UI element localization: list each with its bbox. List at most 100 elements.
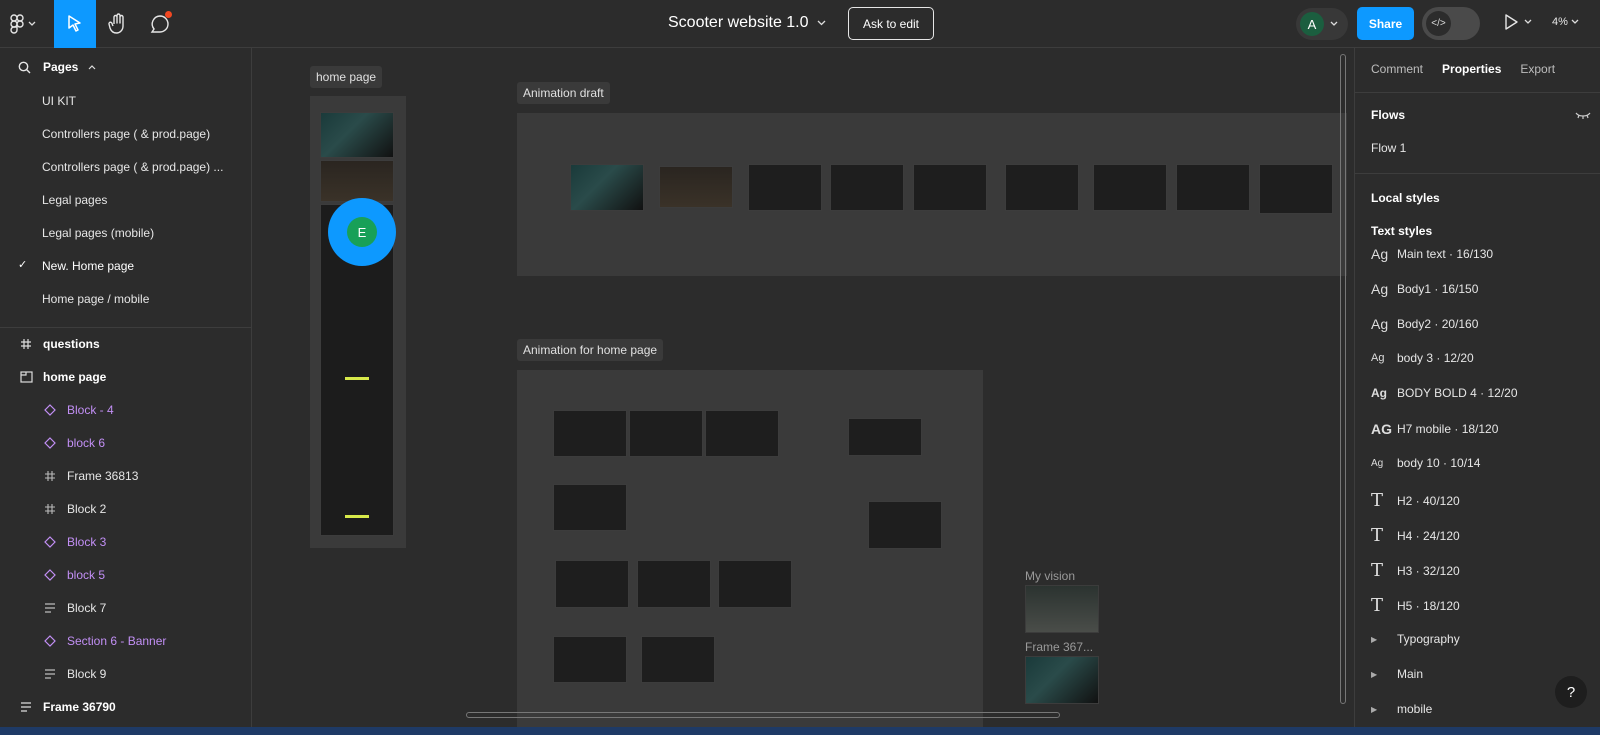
layer-row[interactable]: Section 6 - Banner bbox=[0, 626, 251, 656]
frame-thumbnail[interactable] bbox=[913, 164, 987, 211]
style-group-row[interactable]: ▶ mobile bbox=[1371, 702, 1432, 716]
frame-label-animation-for-home[interactable]: Animation for home page bbox=[517, 339, 664, 361]
comment-tool-button[interactable] bbox=[146, 11, 174, 37]
layer-row[interactable]: block 5 bbox=[0, 560, 251, 590]
layer-row[interactable]: block 6 bbox=[0, 428, 251, 458]
style-group-label: Main bbox=[1397, 667, 1424, 681]
style-group-row[interactable]: ▶ Typography bbox=[1371, 632, 1460, 646]
frame-thumbnail[interactable] bbox=[748, 164, 822, 211]
text-style-row[interactable]: Ag Body1 · 16/150 bbox=[1371, 281, 1478, 297]
chevron-down-icon bbox=[28, 21, 36, 26]
frame-thumbnail[interactable] bbox=[1093, 164, 1167, 211]
frame-thumbnail[interactable] bbox=[718, 560, 792, 608]
frame-thumbnail[interactable] bbox=[553, 484, 627, 531]
frame-thumbnail[interactable] bbox=[705, 410, 779, 457]
text-style-row[interactable]: Ag BODY BOLD 4 · 12/20 bbox=[1371, 386, 1518, 400]
frame-thumbnail[interactable] bbox=[555, 560, 629, 608]
page-item[interactable]: Home page / mobile bbox=[42, 292, 149, 306]
frame-thumbnail[interactable] bbox=[868, 501, 942, 549]
tab-comment[interactable]: Comment bbox=[1371, 62, 1423, 76]
layer-label: Block 3 bbox=[67, 535, 107, 549]
pages-header[interactable]: Pages bbox=[18, 60, 96, 74]
help-button[interactable]: ? bbox=[1555, 676, 1587, 708]
eye-closed-icon[interactable] bbox=[1575, 110, 1591, 120]
layer-row[interactable]: Block 7 bbox=[0, 593, 251, 623]
layer-row[interactable]: Frame 36790 bbox=[0, 692, 251, 722]
design-canvas[interactable]: home page Animation draft Animation for … bbox=[252, 48, 1354, 735]
frame-thumbnail[interactable] bbox=[320, 160, 394, 202]
text-style-label: H3 · 32/120 bbox=[1397, 563, 1460, 578]
ask-to-edit-button[interactable]: Ask to edit bbox=[848, 7, 934, 40]
text-style-row[interactable]: Ag body 3 · 12/20 bbox=[1371, 351, 1474, 365]
page-item[interactable]: UI KIT bbox=[42, 94, 76, 108]
style-group-label: Typography bbox=[1397, 632, 1460, 646]
frame-thumbnail[interactable] bbox=[1259, 164, 1333, 214]
dev-mode-toggle[interactable]: </> bbox=[1422, 7, 1480, 40]
frame-thumbnail[interactable] bbox=[1176, 164, 1250, 211]
figma-menu-button[interactable] bbox=[10, 12, 46, 36]
multiplayer-avatars[interactable]: A bbox=[1296, 8, 1348, 40]
layer-row[interactable]: Frame 36813 bbox=[0, 461, 251, 491]
move-tool-button[interactable] bbox=[54, 0, 96, 48]
layer-row[interactable]: Block 3 bbox=[0, 527, 251, 557]
text-style-row[interactable]: Ag body 10 · 10/14 bbox=[1371, 456, 1480, 470]
frame-label-my-vision[interactable]: My vision bbox=[1025, 569, 1075, 583]
layer-row[interactable]: Block 2 bbox=[0, 494, 251, 524]
zoom-dropdown[interactable]: 4% bbox=[1552, 16, 1579, 28]
auto-layout-icon bbox=[42, 600, 58, 616]
text-style-row[interactable]: T H3 · 32/120 bbox=[1371, 560, 1460, 581]
os-taskbar bbox=[0, 727, 1600, 735]
text-style-icon: Ag bbox=[1371, 457, 1384, 469]
frame-thumbnail[interactable] bbox=[320, 112, 394, 158]
layer-row[interactable]: questions bbox=[0, 329, 251, 359]
text-style-row[interactable]: T H5 · 18/120 bbox=[1371, 595, 1460, 616]
frame-thumbnail[interactable] bbox=[659, 166, 733, 208]
tab-properties[interactable]: Properties bbox=[1442, 62, 1501, 76]
frame-thumbnail[interactable] bbox=[830, 164, 904, 211]
text-style-row[interactable]: Ag Main text · 16/130 bbox=[1371, 246, 1493, 262]
frame-thumbnail[interactable] bbox=[553, 410, 627, 457]
hand-tool-button[interactable] bbox=[104, 11, 132, 37]
flow-item[interactable]: Flow 1 bbox=[1371, 141, 1406, 155]
home-page-section[interactable] bbox=[310, 96, 406, 548]
frame-thumbnail[interactable] bbox=[1025, 585, 1099, 633]
layer-row[interactable]: Block 9 bbox=[0, 659, 251, 689]
animation-draft-section[interactable] bbox=[517, 113, 1347, 276]
frame-thumbnail[interactable] bbox=[848, 418, 922, 456]
tab-export[interactable]: Export bbox=[1520, 62, 1555, 76]
layer-row[interactable]: Block - 4 bbox=[0, 395, 251, 425]
frame-thumbnail[interactable] bbox=[570, 164, 644, 211]
page-item[interactable]: Legal pages bbox=[42, 193, 107, 207]
page-item-active[interactable]: New. Home page bbox=[42, 259, 134, 273]
animation-home-section[interactable] bbox=[517, 370, 983, 735]
share-button[interactable]: Share bbox=[1357, 7, 1414, 40]
frame-thumbnail[interactable] bbox=[629, 410, 703, 457]
frame-thumbnail[interactable] bbox=[553, 636, 627, 683]
text-style-label: body 10 · 10/14 bbox=[1397, 456, 1481, 470]
layer-row[interactable]: home page bbox=[0, 362, 251, 392]
file-title-dropdown[interactable]: Scooter website 1.0 bbox=[668, 14, 826, 32]
layer-label: Frame 36813 bbox=[67, 469, 139, 483]
local-styles-title: Local styles bbox=[1371, 191, 1440, 205]
page-item[interactable]: Legal pages (mobile) bbox=[42, 226, 154, 240]
text-style-row[interactable]: AG H7 mobile · 18/120 bbox=[1371, 421, 1498, 437]
text-style-row[interactable]: Ag Body2 · 20/160 bbox=[1371, 316, 1478, 332]
layer-label: Block 7 bbox=[67, 601, 107, 615]
frame-label-frame[interactable]: Frame 367... bbox=[1025, 640, 1093, 654]
frame-label-animation-draft[interactable]: Animation draft bbox=[517, 82, 610, 104]
frame-label-home-page[interactable]: home page bbox=[310, 66, 383, 88]
page-item[interactable]: Controllers page ( & prod.page) bbox=[42, 127, 210, 141]
frame-thumbnail[interactable] bbox=[1005, 164, 1079, 211]
vertical-scrollbar[interactable] bbox=[1340, 54, 1346, 704]
text-style-label: H5 · 18/120 bbox=[1397, 598, 1460, 613]
frame-thumbnail[interactable] bbox=[641, 636, 715, 683]
page-item[interactable]: Controllers page ( & prod.page) ... bbox=[42, 160, 223, 174]
frame-thumbnail[interactable] bbox=[637, 560, 711, 608]
present-button[interactable] bbox=[1504, 14, 1532, 30]
frame-thumbnail[interactable] bbox=[1025, 656, 1099, 704]
style-group-row[interactable]: ▶ Main bbox=[1371, 667, 1423, 681]
horizontal-scrollbar[interactable] bbox=[466, 712, 1060, 718]
text-style-row[interactable]: T H2 · 40/120 bbox=[1371, 490, 1460, 511]
chevron-down-icon bbox=[817, 20, 825, 26]
text-style-row[interactable]: T H4 · 24/120 bbox=[1371, 525, 1460, 546]
